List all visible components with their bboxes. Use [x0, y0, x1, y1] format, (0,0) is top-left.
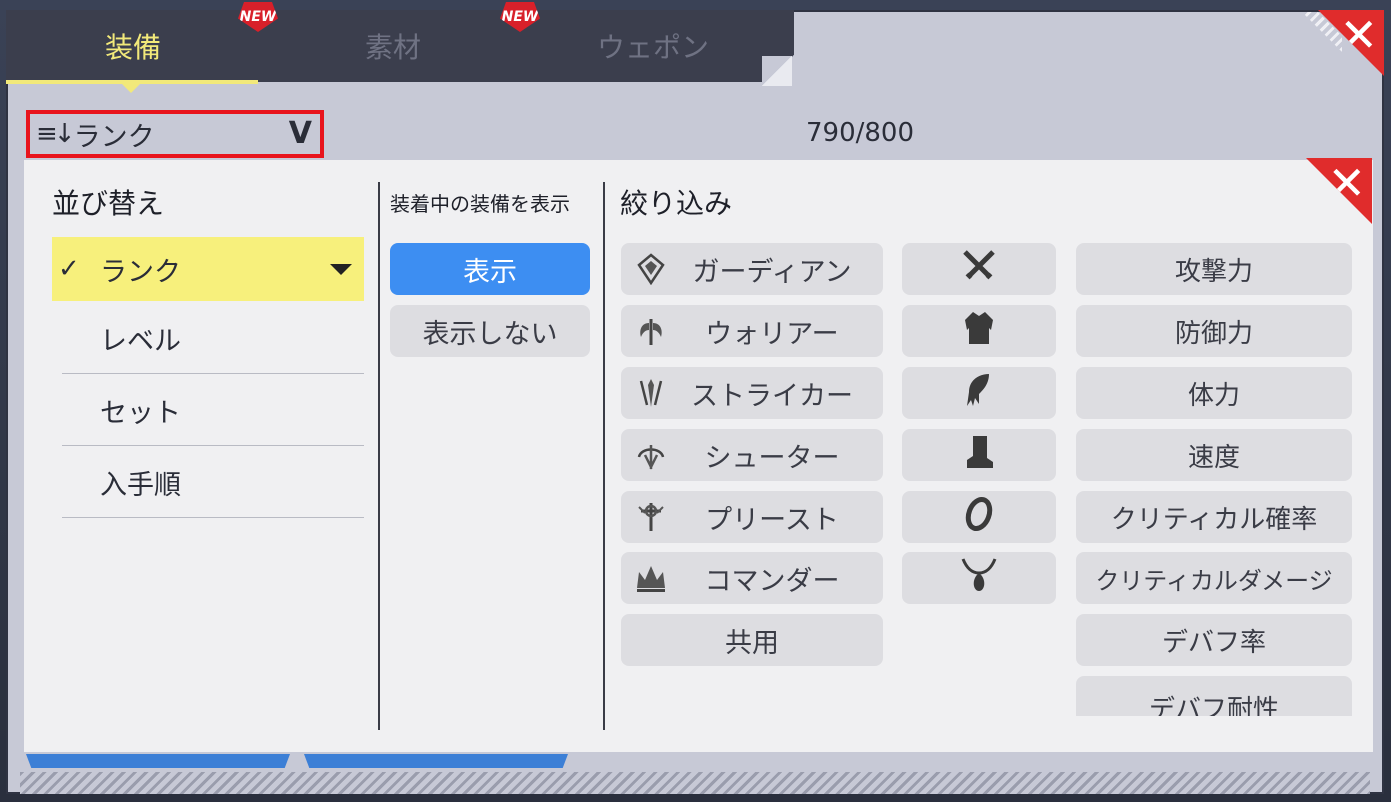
filter-slot-boots[interactable]: [902, 429, 1056, 481]
scroll-clip: [1076, 716, 1352, 730]
filter-stat-debuff-rate[interactable]: デバフ率: [1076, 614, 1352, 666]
filter-class-shooter[interactable]: シューター: [621, 429, 883, 481]
tab-weapons-label: ウェポン: [596, 31, 709, 64]
equipped-section-title: 装着中の装備を表示: [390, 192, 570, 216]
filter-slot-necklace[interactable]: [902, 552, 1056, 604]
filter-stat-attack[interactable]: 攻撃力: [1076, 243, 1352, 295]
filter-class-guardian[interactable]: ガーディアン: [621, 243, 883, 295]
sort-option-label: 入手順: [100, 470, 181, 501]
shooter-icon: [633, 437, 669, 473]
filter-stat-label: 防御力: [1174, 318, 1253, 349]
filter-stat-label: 速度: [1187, 442, 1240, 473]
gloves-icon: [959, 370, 999, 417]
sort-option-rank[interactable]: ✓ ランク: [52, 237, 364, 301]
show-equipped-label: 表示: [463, 256, 517, 288]
show-equipped-button[interactable]: 表示: [390, 243, 590, 295]
striker-icon: [633, 375, 669, 411]
triangle-down-icon: [330, 263, 352, 275]
sort-option-set[interactable]: セット: [62, 376, 364, 446]
filter-stat-label: 攻撃力: [1174, 256, 1253, 287]
tab-materials-label: 素材: [364, 31, 421, 64]
commander-icon: [633, 560, 669, 596]
filter-stat-health[interactable]: 体力: [1076, 367, 1352, 419]
priest-icon: [633, 499, 669, 535]
filter-stat-defense[interactable]: 防御力: [1076, 305, 1352, 357]
filter-class-label: 共用: [725, 627, 779, 659]
filter-stat-label: 体力: [1187, 380, 1240, 411]
filter-slot-gloves[interactable]: [902, 367, 1056, 419]
filter-class-label: ウォリアー: [705, 318, 839, 350]
divider-left: [378, 182, 380, 730]
tab-weapons[interactable]: ウェポン: [526, 10, 780, 82]
sort-option-label: ランク: [100, 256, 181, 288]
inventory-count: 790/800: [805, 118, 914, 148]
sort-option-acquired[interactable]: 入手順: [62, 448, 364, 518]
filter-stat-label: クリティカルダメージ: [1095, 566, 1333, 595]
tab-caret: [120, 82, 142, 93]
filter-stat-speed[interactable]: 速度: [1076, 429, 1352, 481]
sort-section-title: 並び替え: [52, 187, 165, 220]
filter-stat-crit-chance[interactable]: クリティカル確率: [1076, 491, 1352, 543]
filter-stat-label: デバフ率: [1161, 627, 1266, 658]
necklace-icon: [959, 555, 999, 602]
boots-icon: [959, 432, 999, 479]
hide-equipped-label: 表示しない: [422, 318, 558, 350]
ring-icon: [959, 494, 999, 541]
tab-materials[interactable]: 素材: [266, 10, 520, 82]
filter-stat-crit-damage[interactable]: クリティカルダメージ: [1076, 552, 1352, 604]
filter-class-commander[interactable]: コマンダー: [621, 552, 883, 604]
filter-stat-label: クリティカル確率: [1110, 504, 1318, 535]
sort-dropdown-label: ランク: [73, 121, 155, 153]
filter-section-title: 絞り込み: [620, 187, 733, 220]
sort-option-level[interactable]: レベル: [62, 304, 364, 374]
tab-equipment-label: 装備: [104, 31, 161, 64]
filter-slot-armor[interactable]: [902, 305, 1056, 357]
bottom-tab-right: [304, 754, 568, 768]
filter-class-common[interactable]: 共用: [621, 614, 883, 666]
weapon-icon: [959, 246, 999, 293]
bottom-tab-left: [26, 754, 290, 768]
sort-option-label: セット: [100, 398, 181, 429]
warrior-icon: [633, 313, 669, 349]
filter-class-warrior[interactable]: ウォリアー: [621, 305, 883, 357]
armor-icon: [959, 308, 999, 355]
sort-dropdown[interactable]: ≡↓ ランク V: [26, 110, 324, 158]
chevron-down-icon: V: [288, 116, 312, 151]
filter-class-priest[interactable]: プリースト: [621, 491, 883, 543]
filter-class-label: プリースト: [705, 504, 839, 536]
sort-option-label: レベル: [100, 326, 181, 357]
sort-descending-icon: ≡↓: [36, 119, 76, 149]
panel-stripes: [20, 772, 1370, 794]
tab-equipment[interactable]: 装備: [6, 10, 260, 82]
divider-right: [603, 182, 605, 730]
check-icon: ✓: [58, 254, 80, 284]
hide-equipped-button[interactable]: 表示しない: [390, 305, 590, 357]
filter-class-label: ストライカー: [691, 380, 853, 412]
filter-slot-ring[interactable]: [902, 491, 1056, 543]
filter-class-striker[interactable]: ストライカー: [621, 367, 883, 419]
guardian-icon: [633, 251, 669, 287]
filter-class-label: コマンダー: [704, 565, 840, 597]
filter-class-label: シューター: [704, 442, 840, 474]
filter-slot-weapon[interactable]: [902, 243, 1056, 295]
filter-class-label: ガーディアン: [692, 256, 852, 288]
